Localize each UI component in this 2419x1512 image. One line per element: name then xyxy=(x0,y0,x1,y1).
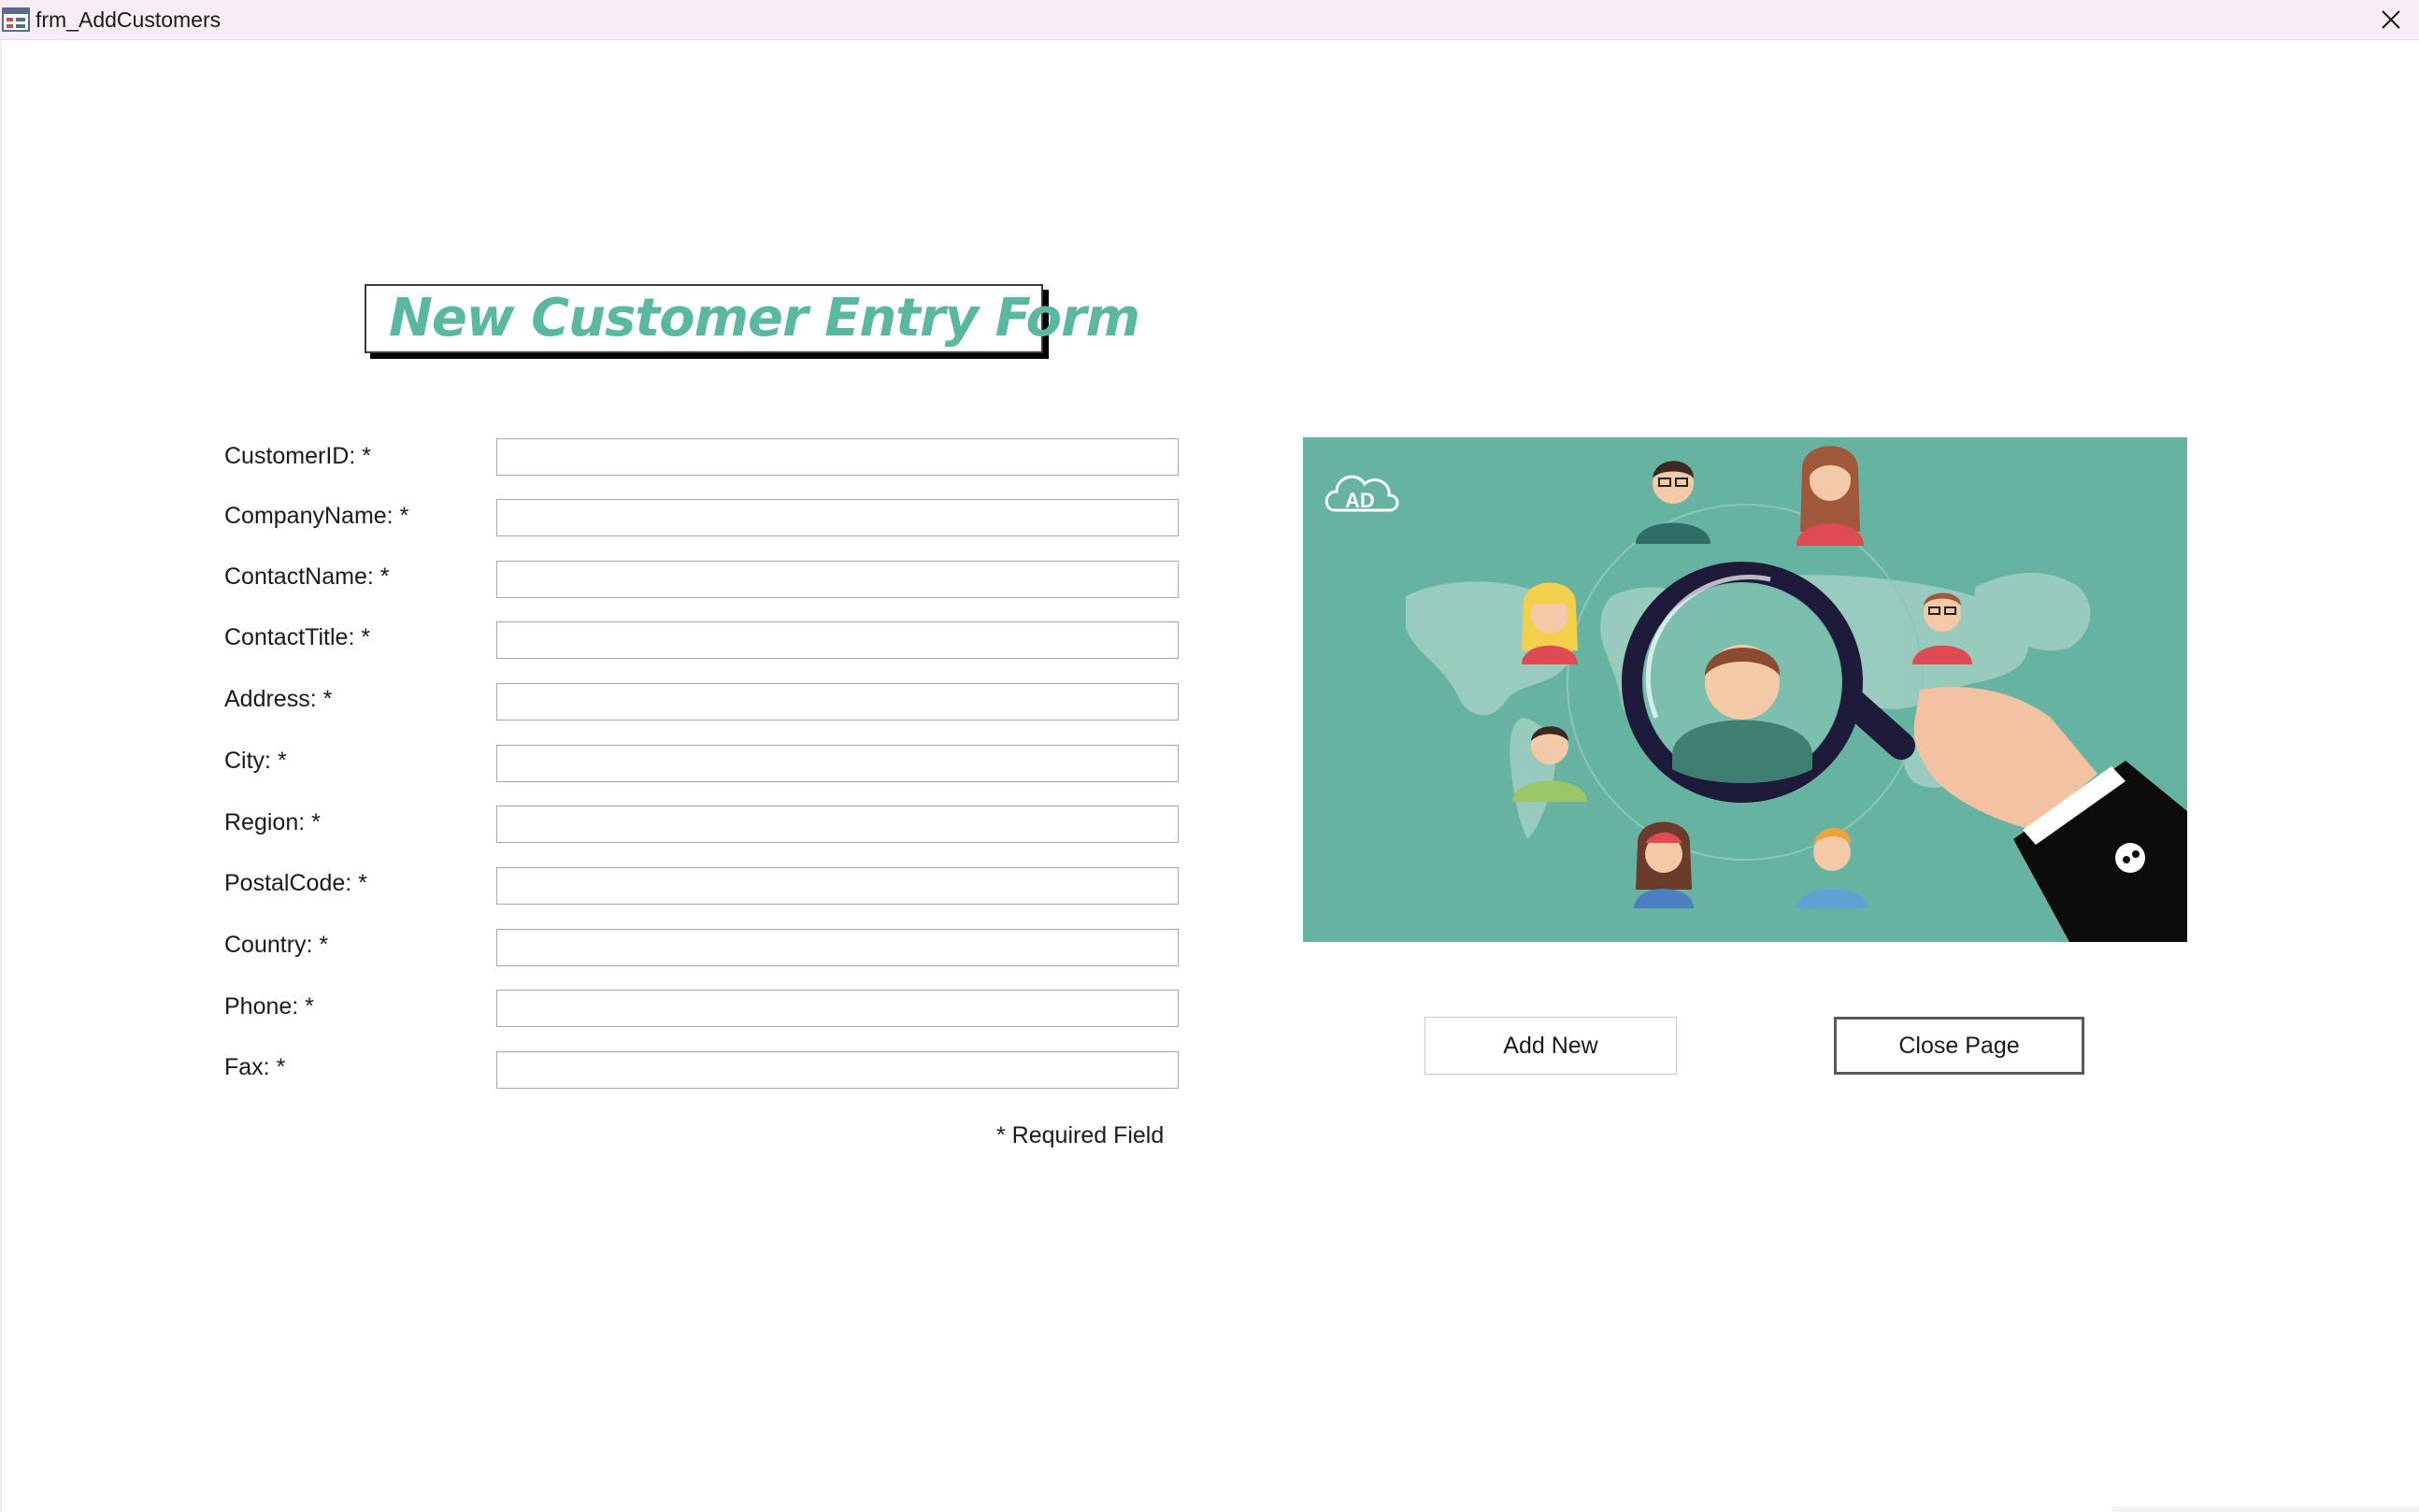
close-page-button[interactable]: Close Page xyxy=(1834,1017,2084,1075)
contact-title-input[interactable] xyxy=(496,621,1179,659)
country-label: Country: * xyxy=(224,932,329,958)
phone-label: Phone: * xyxy=(224,993,314,1020)
window-title: frm_AddCustomers xyxy=(36,7,222,32)
customer-id-input[interactable] xyxy=(496,438,1179,476)
country-input[interactable] xyxy=(496,929,1179,966)
company-name-input[interactable] xyxy=(496,499,1179,536)
contact-title-label: ContactTitle: * xyxy=(224,624,371,650)
form-title: New Customer Entry Form xyxy=(389,288,1140,349)
fax-input[interactable] xyxy=(496,1051,1179,1089)
avatar-icon xyxy=(1634,821,1694,908)
avatar-icon xyxy=(1522,582,1578,664)
company-name-label: CompanyName: * xyxy=(224,503,409,529)
svg-text:AD: AD xyxy=(1345,489,1375,512)
window-bottom-edge xyxy=(2112,1506,2419,1512)
add-new-button[interactable]: Add New xyxy=(1424,1017,1677,1075)
phone-input[interactable] xyxy=(496,990,1179,1027)
fax-label: Fax: * xyxy=(224,1054,286,1080)
customer-search-illustration: AD xyxy=(1303,437,2187,942)
city-label: City: * xyxy=(224,748,287,774)
title-bar: frm_AddCustomers xyxy=(0,0,2419,40)
form-title-box: New Customer Entry Form xyxy=(365,284,1140,353)
address-input[interactable] xyxy=(496,683,1179,720)
contact-name-input[interactable] xyxy=(496,561,1179,598)
form-icon xyxy=(2,7,30,32)
region-input[interactable] xyxy=(496,806,1179,843)
close-window-button[interactable] xyxy=(2369,2,2413,37)
window-left-border xyxy=(0,40,2,1512)
region-label: Region: * xyxy=(224,809,321,835)
contact-name-label: ContactName: * xyxy=(224,563,390,590)
postal-code-input[interactable] xyxy=(496,867,1179,905)
postal-code-label: PostalCode: * xyxy=(224,870,367,896)
avatar-icon xyxy=(1796,446,1864,546)
address-label: Address: * xyxy=(224,686,333,712)
required-field-note: * Required Field xyxy=(996,1122,1165,1148)
customer-id-label: CustomerID: * xyxy=(224,443,371,469)
city-input[interactable] xyxy=(496,745,1179,782)
close-icon xyxy=(2382,10,2400,29)
